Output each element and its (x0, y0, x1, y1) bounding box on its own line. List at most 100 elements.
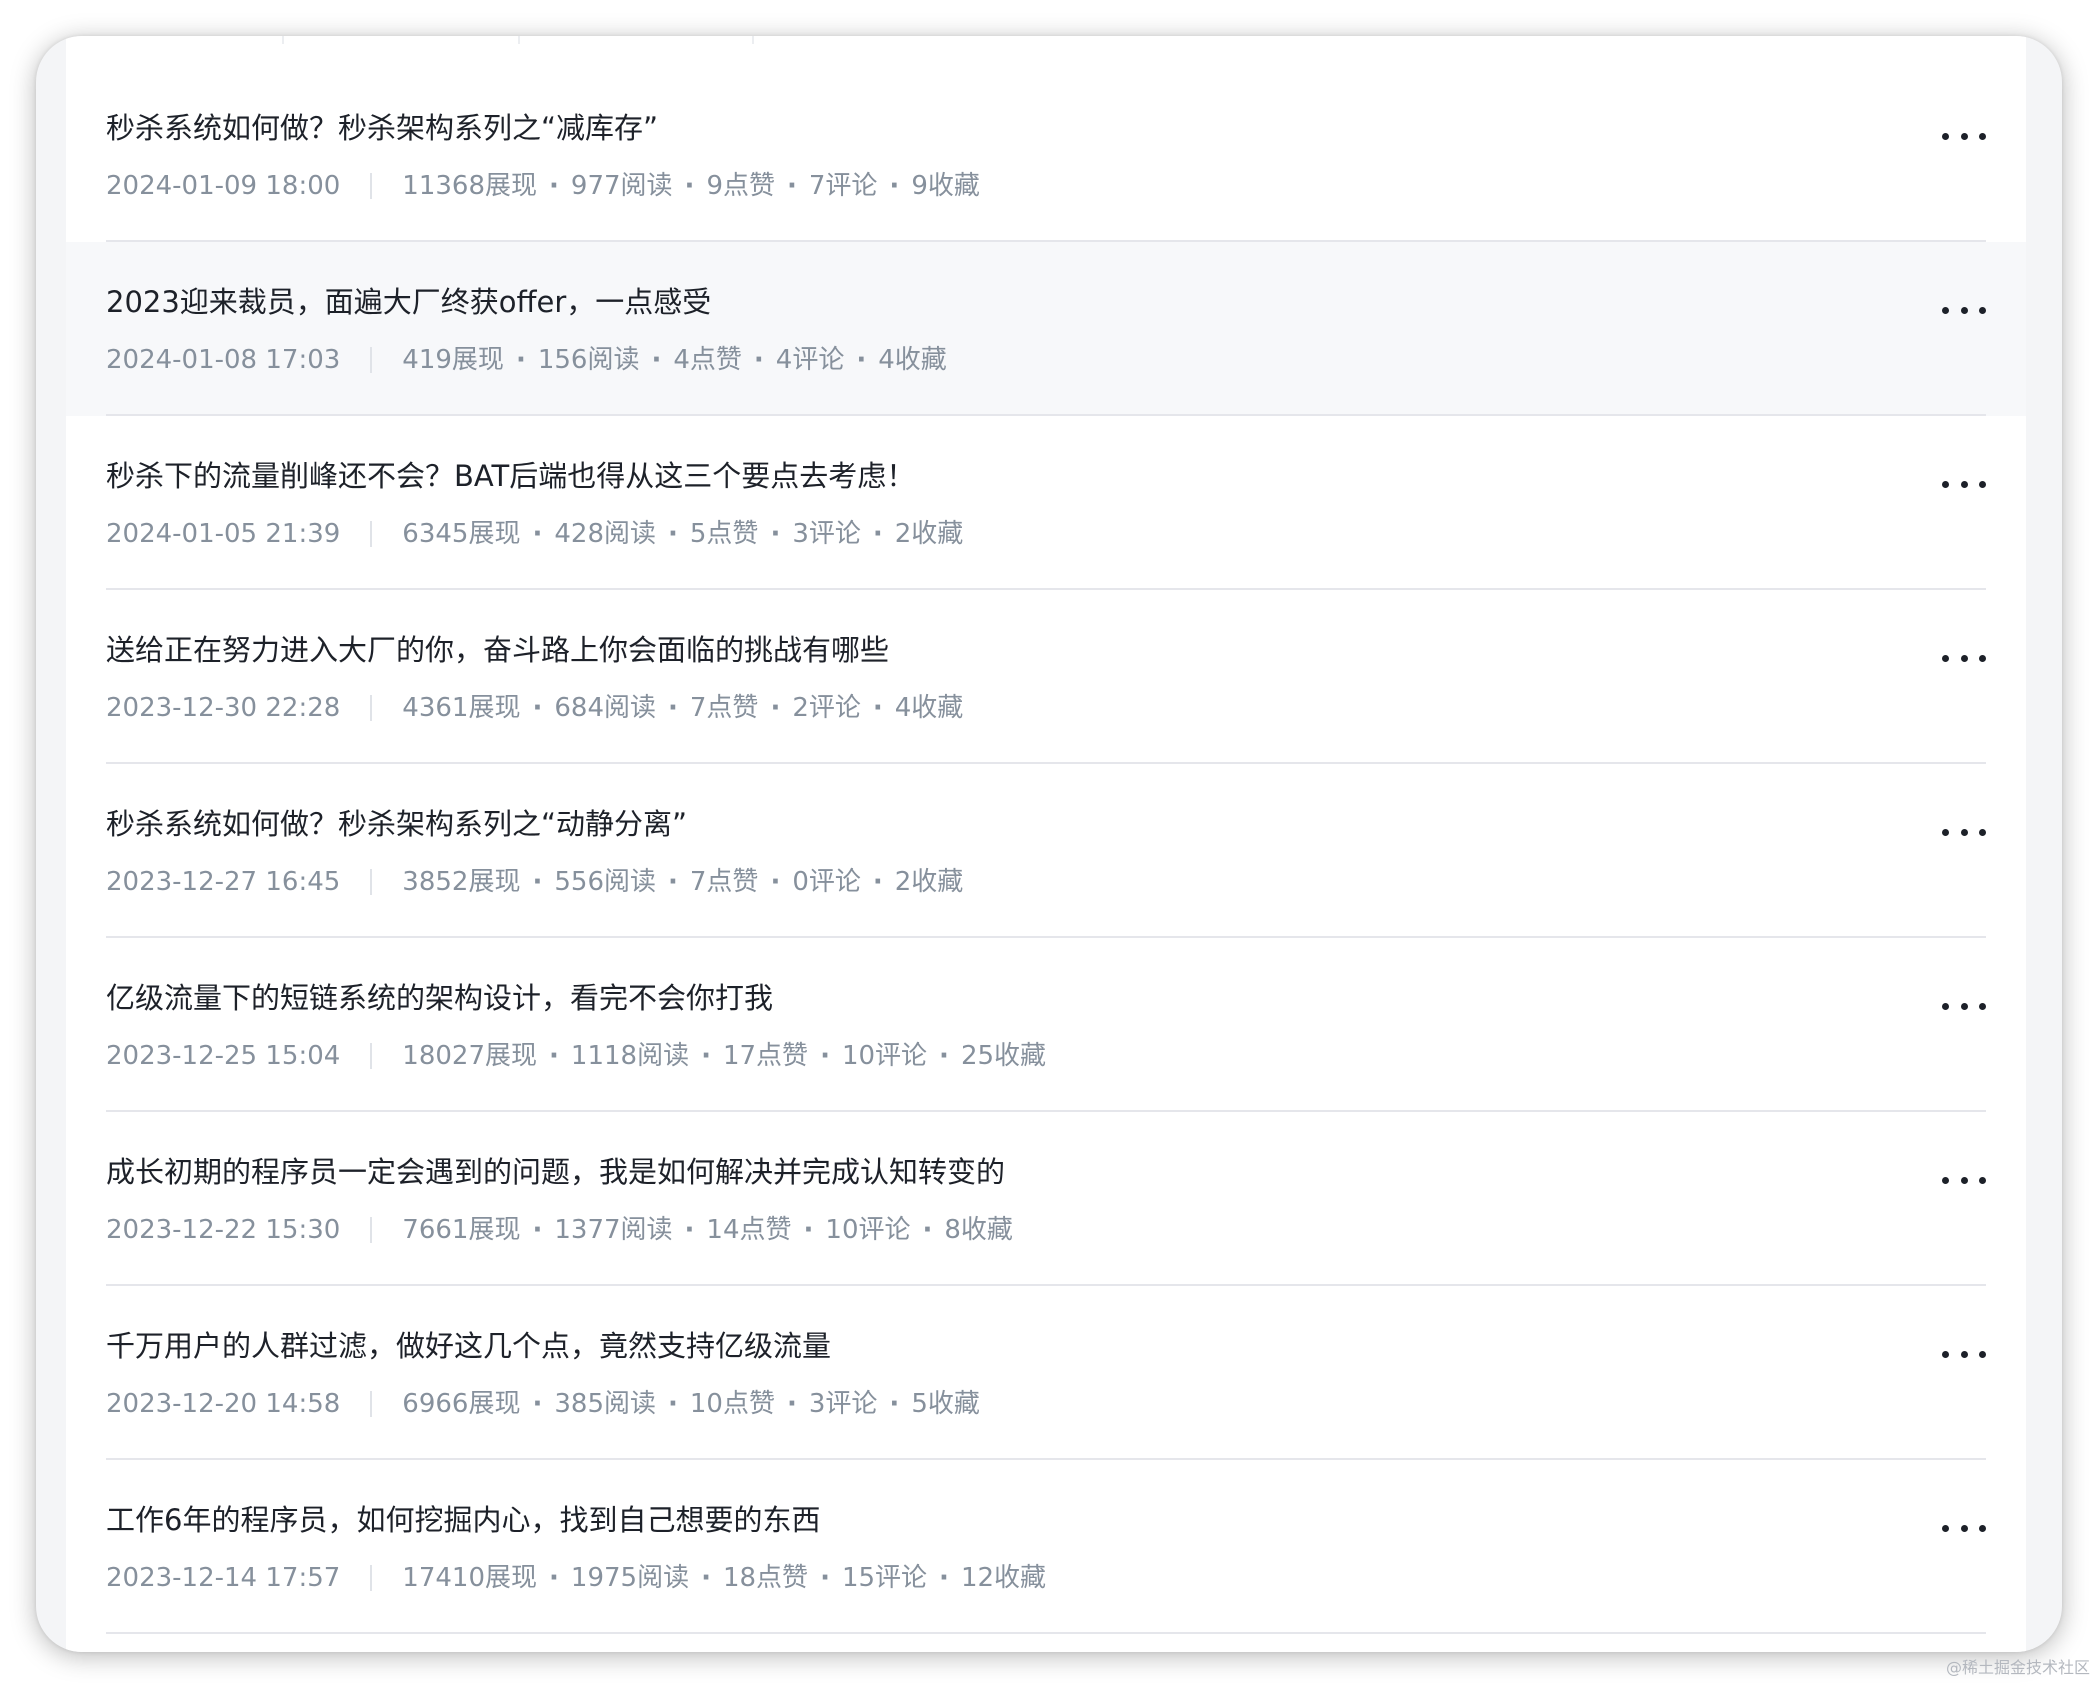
dot-separator: · (872, 693, 883, 723)
publish-date: 2023-12-25 15:04 (106, 1041, 341, 1071)
meta-divider (370, 173, 373, 199)
article-row[interactable]: 秒杀系统如何做？秒杀架构系列之“动静分离” 2023-12-27 16:45 3… (66, 764, 2026, 938)
likes-count: 14点赞 (706, 1215, 792, 1245)
window-frame: 秒杀系统如何做？秒杀架构系列之“减库存” 2024-01-09 18:00 11… (36, 36, 2062, 1652)
article-title[interactable]: 秒杀下的流量削峰还不会？BAT后端也得从这三个要点去考虑！ (106, 456, 915, 496)
likes-count: 9点赞 (706, 171, 775, 201)
dot-separator: · (532, 693, 543, 723)
more-horizontal-icon[interactable] (1942, 1518, 1986, 1538)
favorites-count: 2收藏 (894, 867, 964, 897)
publish-date: 2023-12-20 14:58 (106, 1389, 341, 1419)
dot-separator: · (889, 171, 900, 201)
reads-count: 1118阅读 (570, 1041, 690, 1071)
dot-separator: · (684, 171, 695, 201)
article-title[interactable]: 亿级流量下的短链系统的架构设计，看完不会你打我 (106, 978, 773, 1018)
more-horizontal-icon[interactable] (1942, 1344, 1986, 1364)
article-title[interactable]: 千万用户的人群过滤，做好这几个点，竟然支持亿级流量 (106, 1326, 831, 1366)
publish-date: 2024-01-09 18:00 (106, 171, 341, 201)
publish-date: 2023-12-22 15:30 (106, 1215, 341, 1245)
views-count: 419展现 (402, 345, 504, 375)
dot-separator: · (922, 1215, 933, 1245)
comments-count: 0评论 (792, 867, 861, 897)
article-row[interactable]: 工作6年的程序员，如何挖掘内心，找到自己想要的东西 2023-12-14 17:… (66, 1460, 2026, 1634)
article-meta: 2024-01-05 21:39 6345展现 · 428阅读 · 5点赞 · … (106, 516, 963, 552)
dot-separator: · (668, 867, 678, 897)
favorites-count: 25收藏 (960, 1041, 1047, 1071)
article-row[interactable]: 亿级流量下的短链系统的架构设计，看完不会你打我 2023-12-25 15:04… (66, 938, 2026, 1112)
more-horizontal-icon[interactable] (1942, 648, 1986, 668)
favorites-count: 9收藏 (911, 171, 980, 201)
comments-count: 4评论 (775, 345, 845, 375)
tab-divider (518, 36, 520, 44)
meta-divider (370, 1391, 373, 1417)
more-horizontal-icon[interactable] (1942, 1170, 1986, 1190)
article-title[interactable]: 工作6年的程序员，如何挖掘内心，找到自己想要的东西 (106, 1500, 820, 1540)
dot-separator: · (786, 1389, 797, 1419)
tab-divider (752, 36, 754, 44)
views-count: 4361展现 (402, 693, 521, 723)
dot-separator: · (549, 171, 559, 201)
likes-count: 10点赞 (689, 1389, 775, 1419)
publish-date: 2023-12-30 22:28 (106, 693, 341, 723)
article-list-panel: 秒杀系统如何做？秒杀架构系列之“减库存” 2024-01-09 18:00 11… (66, 36, 2026, 1652)
article-row[interactable]: 千万用户的人群过滤，做好这几个点，竟然支持亿级流量 2023-12-20 14:… (66, 1286, 2026, 1460)
reads-count: 156阅读 (537, 345, 640, 375)
article-title[interactable]: 送给正在努力进入大厂的你，奋斗路上你会面临的挑战有哪些 (106, 630, 889, 670)
views-count: 6345展现 (402, 519, 521, 549)
dot-separator: · (532, 1389, 543, 1419)
article-row[interactable]: 秒杀下的流量削峰还不会？BAT后端也得从这三个要点去考虑！ 2024-01-05… (66, 416, 2026, 590)
article-row[interactable]: 秒杀系统如何做？秒杀架构系列之“减库存” 2024-01-09 18:00 11… (66, 68, 2026, 242)
article-title[interactable]: 成长初期的程序员一定会遇到的问题，我是如何解决并完成认知转变的 (106, 1152, 1005, 1192)
tab-bar-remnant (66, 36, 2026, 44)
more-horizontal-icon[interactable] (1942, 300, 1986, 320)
likes-count: 7点赞 (689, 693, 759, 723)
dot-separator: · (770, 519, 781, 549)
meta-divider (370, 347, 373, 373)
more-horizontal-icon[interactable] (1942, 126, 1986, 146)
likes-count: 18点赞 (722, 1563, 809, 1593)
article-meta: 2023-12-30 22:28 4361展现 · 684阅读 · 7点赞 · … (106, 690, 963, 726)
article-row[interactable]: 成长初期的程序员一定会遇到的问题，我是如何解决并完成认知转变的 2023-12-… (66, 1112, 2026, 1286)
dot-separator: · (549, 1563, 559, 1593)
dot-separator: · (856, 345, 867, 375)
views-count: 18027展现 (402, 1041, 538, 1071)
meta-divider (370, 1217, 373, 1243)
article-meta: 2023-12-14 17:57 17410展现 · 1975阅读 · 18点赞… (106, 1560, 1046, 1596)
reads-count: 428阅读 (554, 519, 656, 549)
article-meta: 2023-12-20 14:58 6966展现 · 385阅读 · 10点赞 ·… (106, 1386, 980, 1422)
reads-count: 385阅读 (554, 1389, 656, 1419)
views-count: 7661展现 (402, 1215, 521, 1245)
likes-count: 4点赞 (673, 345, 742, 375)
article-title[interactable]: 2023迎来裁员，面遍大厂终获offer，一点感受 (106, 282, 711, 322)
article-title[interactable]: 秒杀系统如何做？秒杀架构系列之“减库存” (106, 108, 658, 148)
comments-count: 10评论 (841, 1041, 928, 1071)
reads-count: 556阅读 (554, 867, 656, 897)
more-horizontal-icon[interactable] (1942, 996, 1986, 1016)
reads-count: 1975阅读 (570, 1563, 690, 1593)
article-row[interactable]: 2023迎来裁员，面遍大厂终获offer，一点感受 2024-01-08 17:… (66, 242, 2026, 416)
views-count: 3852展现 (402, 867, 521, 897)
row-divider (106, 1632, 1986, 1634)
article-meta: 2024-01-09 18:00 11368展现 · 977阅读 · 9点赞 ·… (106, 168, 980, 204)
article-meta: 2023-12-25 15:04 18027展现 · 1118阅读 · 17点赞… (106, 1038, 1046, 1074)
favorites-count: 12收藏 (960, 1563, 1047, 1593)
likes-count: 7点赞 (689, 867, 759, 897)
dot-separator: · (701, 1563, 711, 1593)
article-meta: 2023-12-27 16:45 3852展现 · 556阅读 · 7点赞 · … (106, 864, 963, 900)
more-horizontal-icon[interactable] (1942, 474, 1986, 494)
dot-separator: · (515, 345, 526, 375)
dot-separator: · (753, 345, 764, 375)
dot-separator: · (532, 1215, 543, 1245)
dot-separator: · (939, 1563, 949, 1593)
comments-count: 3评论 (808, 1389, 878, 1419)
more-horizontal-icon[interactable] (1942, 822, 1986, 842)
meta-divider (370, 695, 373, 721)
article-row[interactable]: 送给正在努力进入大厂的你，奋斗路上你会面临的挑战有哪些 2023-12-30 2… (66, 590, 2026, 764)
publish-date: 2024-01-08 17:03 (106, 345, 341, 375)
reads-count: 684阅读 (554, 693, 656, 723)
dot-separator: · (820, 1563, 830, 1593)
article-title[interactable]: 秒杀系统如何做？秒杀架构系列之“动静分离” (106, 804, 687, 844)
meta-divider (370, 521, 373, 547)
likes-count: 17点赞 (722, 1041, 809, 1071)
favorites-count: 4收藏 (894, 693, 964, 723)
